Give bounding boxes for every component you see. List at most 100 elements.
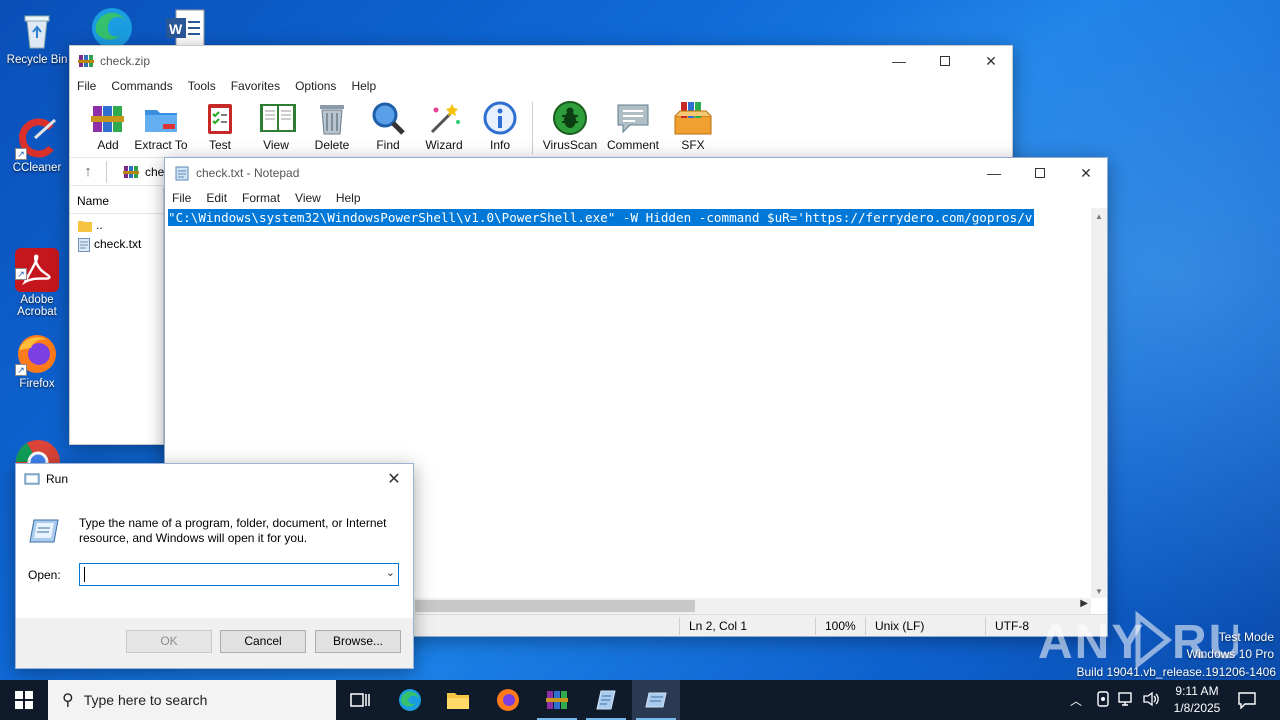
notification-icon [1238, 692, 1256, 710]
chrome-desktop-icon[interactable] [14, 438, 62, 466]
network-icon[interactable] [1118, 691, 1136, 710]
view-button[interactable]: View [248, 96, 304, 152]
svg-text:ANY: ANY [1038, 616, 1145, 668]
scroll-down-icon[interactable]: ▼ [1091, 587, 1107, 596]
encoding: UTF-8 [995, 619, 1029, 633]
add-label: Add [97, 138, 119, 152]
menu-options[interactable]: Options [295, 79, 336, 93]
menu-help[interactable]: Help [336, 191, 361, 205]
run-app-icon [24, 472, 40, 486]
menu-edit[interactable]: Edit [206, 191, 227, 205]
column-header-name[interactable]: Name [70, 188, 163, 214]
word-document-desktop-icon[interactable]: W [164, 8, 208, 48]
menu-commands[interactable]: Commands [111, 79, 172, 93]
taskbar: ⚲ Type here to search ︿ 9:11 AM 1/8/2025 [0, 680, 1280, 720]
menu-file[interactable]: File [77, 79, 96, 93]
test-button[interactable]: Test [192, 96, 248, 152]
run-titlebar[interactable]: Run ✕ [16, 464, 413, 494]
bug-scan-icon [552, 100, 588, 136]
find-button[interactable]: Find [360, 96, 416, 152]
delete-button[interactable]: Delete [304, 96, 360, 152]
find-label: Find [376, 138, 400, 152]
taskbar-notepad[interactable] [582, 680, 630, 720]
virusscan-button[interactable]: VirusScan [539, 96, 601, 152]
edge-desktop-icon[interactable] [86, 6, 138, 48]
desktop-icon-recycle-bin[interactable]: Recycle Bin [1, 8, 73, 66]
selected-text-line[interactable]: "C:\Windows\system32\WindowsPowerShell\v… [168, 209, 1035, 226]
menu-format[interactable]: Format [242, 191, 280, 205]
file-name: .. [96, 218, 103, 232]
menu-view[interactable]: View [295, 191, 321, 205]
minimize-button[interactable]: — [971, 158, 1017, 188]
close-button[interactable]: ✕ [1063, 158, 1109, 188]
up-arrow-icon[interactable]: ↑ [70, 163, 106, 180]
sfx-box-icon [672, 100, 714, 136]
cancel-button[interactable]: Cancel [220, 630, 306, 653]
add-button[interactable]: Add [86, 96, 130, 152]
address-path[interactable]: che [145, 165, 164, 179]
chevron-down-icon[interactable]: ⌄ [386, 566, 395, 579]
maximize-button[interactable] [1017, 158, 1063, 188]
taskbar-clock[interactable]: 9:11 AM 1/8/2025 [1166, 683, 1228, 717]
os-edition-text: Windows 10 Pro [1186, 647, 1274, 661]
sfx-button[interactable]: SFX [665, 96, 721, 152]
taskbar-winrar[interactable] [533, 680, 581, 720]
comment-label: Comment [606, 138, 659, 152]
comment-button[interactable]: Comment [601, 96, 665, 152]
extract-to-label: Extract To [134, 138, 188, 152]
run-program-icon [28, 516, 62, 546]
run-footer: OK Cancel Browse... [16, 618, 413, 668]
browse-button[interactable]: Browse... [315, 630, 401, 653]
close-button[interactable]: ✕ [375, 464, 413, 494]
device-icon[interactable] [1096, 691, 1110, 710]
desktop-icon-ccleaner[interactable]: ↗ CCleaner [1, 116, 73, 174]
desktop-icon-label: CCleaner [12, 162, 62, 174]
recycle-bin-icon [15, 8, 59, 52]
desktop-icon-firefox[interactable]: ↗ Firefox [1, 332, 73, 390]
maximize-button[interactable] [922, 46, 968, 76]
wizard-button[interactable]: Wizard [416, 96, 472, 152]
taskbar-firefox[interactable] [484, 680, 532, 720]
minimize-button[interactable]: — [876, 46, 922, 76]
notepad-titlebar[interactable]: check.txt - Notepad — ✕ [165, 158, 1107, 188]
open-combobox[interactable]: ⌄ [79, 563, 399, 586]
virusscan-label: VirusScan [542, 138, 598, 152]
menu-tools[interactable]: Tools [188, 79, 216, 93]
info-button[interactable]: Info [472, 96, 528, 152]
menu-help[interactable]: Help [351, 79, 376, 93]
desktop-icon-label: Firefox [19, 378, 55, 390]
taskbar-file-explorer[interactable] [434, 680, 482, 720]
volume-icon[interactable] [1142, 691, 1160, 710]
list-item[interactable]: .. [70, 216, 163, 235]
winrar-titlebar[interactable]: check.zip — ✕ [70, 46, 1012, 76]
zoom-level: 100% [825, 619, 856, 633]
window-title: check.txt - Notepad [196, 166, 300, 180]
extract-folder-icon [143, 100, 179, 136]
horizontal-scroll-thumb[interactable] [415, 600, 695, 612]
list-item[interactable]: check.txt [70, 235, 163, 254]
close-button[interactable]: ✕ [968, 46, 1014, 76]
scroll-up-icon[interactable]: ▲ [1091, 212, 1107, 221]
notepad-menubar: File Edit Format View Help [165, 188, 1107, 208]
run-icon [645, 692, 667, 708]
clock-date: 1/8/2025 [1173, 701, 1221, 715]
taskbar-run[interactable] [632, 680, 680, 720]
task-view-button[interactable] [336, 680, 384, 720]
menu-favorites[interactable]: Favorites [231, 79, 280, 93]
notification-center-button[interactable] [1238, 691, 1256, 712]
start-button[interactable] [0, 680, 48, 720]
taskbar-edge[interactable] [386, 680, 434, 720]
search-icon: ⚲ [62, 692, 74, 709]
desktop-icon-adobe-acrobat[interactable]: ↗ Adobe Acrobat [1, 224, 73, 330]
menu-file[interactable]: File [172, 191, 191, 205]
ok-button[interactable]: OK [126, 630, 212, 653]
chevron-up-icon[interactable]: ︿ [1070, 692, 1082, 709]
extract-to-button[interactable]: Extract To [130, 96, 192, 152]
vertical-scrollbar[interactable]: ▲ ▼ [1091, 208, 1107, 598]
test-label: Test [208, 138, 231, 152]
taskbar-search-box[interactable]: ⚲ Type here to search [48, 680, 336, 720]
winrar-icon [546, 691, 568, 709]
svg-text:W: W [169, 21, 183, 37]
ccleaner-icon: ↗ [15, 116, 59, 160]
run-description: Type the name of a program, folder, docu… [79, 516, 387, 545]
